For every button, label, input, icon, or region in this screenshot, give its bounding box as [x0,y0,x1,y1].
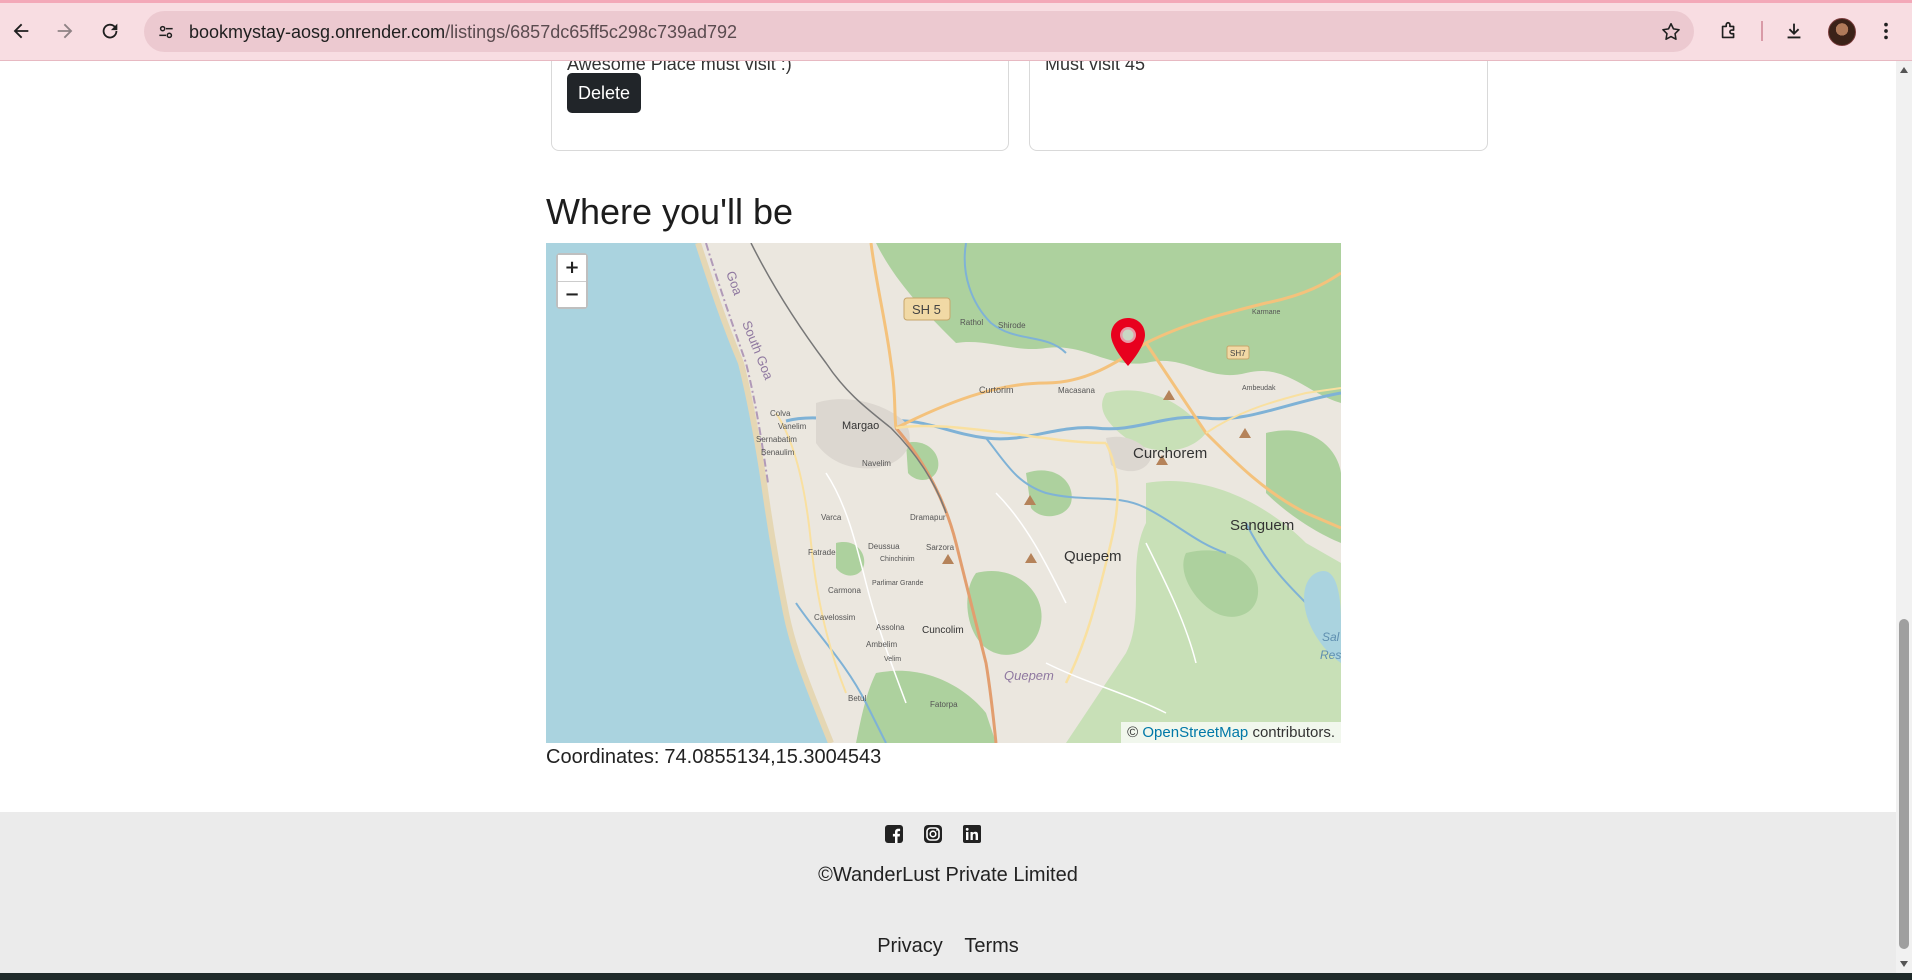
scrollbar-thumb[interactable] [1899,619,1909,949]
map-pin-icon[interactable] [1109,317,1147,367]
scroll-down-arrow-icon[interactable] [1900,961,1908,967]
terms-link[interactable]: Terms [964,935,1018,957]
map-attribution: © OpenStreetMap contributors. [1121,722,1341,743]
svg-text:Deussua: Deussua [868,542,900,551]
forward-button[interactable] [48,14,82,48]
svg-text:SH 5: SH 5 [912,302,941,317]
svg-text:Sal: Sal [1322,630,1340,644]
profile-avatar[interactable] [1828,18,1856,46]
coordinates-value: 74.0855134,15.3004543 [664,746,882,768]
more-vert-icon [1884,22,1888,40]
map-zoom-control: + − [556,253,588,309]
svg-text:Cavelossim: Cavelossim [814,613,856,622]
svg-text:Sanguem: Sanguem [1230,517,1294,534]
footer-links: Privacy Terms [0,935,1896,958]
back-button[interactable] [4,14,38,48]
svg-text:Betul: Betul [848,694,866,703]
page-content: Awesome Place must visit :) Delete Must … [0,61,1896,980]
location-map[interactable]: SH 5 SH7 Goa South Goa Rathol Shirode Cu… [546,243,1341,743]
browser-toolbar: bookmystay-aosg.onrender.com/listings/68… [0,0,1912,61]
svg-text:Sarzora: Sarzora [926,543,955,552]
social-links [884,824,982,844]
coordinates-text: Coordinates: 74.0855134,15.3004543 [546,746,881,769]
svg-text:Karmane: Karmane [1252,309,1281,316]
svg-text:Navelim: Navelim [862,459,891,468]
instagram-icon[interactable] [923,824,943,844]
url-path: /listings/6857dc65ff5c298c739ad792 [445,22,738,42]
review-card: Awesome Place must visit :) Delete [551,61,1009,151]
svg-text:Shirode: Shirode [998,321,1026,330]
svg-text:Fatrade: Fatrade [808,548,836,557]
tune-icon [158,25,173,38]
puzzle-icon [1721,21,1735,39]
delete-review-button[interactable]: Delete [567,73,642,113]
browser-menu-button[interactable] [1869,14,1903,48]
tab-strip-edge [0,0,1912,3]
map-tiles[interactable]: SH 5 SH7 Goa South Goa Rathol Shirode Cu… [546,243,1341,743]
svg-text:Assolna: Assolna [876,623,905,632]
reload-button[interactable] [93,14,127,48]
svg-text:Ambeudak: Ambeudak [1242,385,1276,392]
bookmark-button[interactable] [1658,19,1684,45]
svg-text:Res: Res [1320,648,1341,662]
svg-text:Curchorem: Curchorem [1133,445,1207,462]
linkedin-icon[interactable] [962,824,982,844]
attribution-suffix: contributors. [1252,724,1335,741]
svg-text:Benaulim: Benaulim [761,448,795,457]
zoom-out-button[interactable]: − [558,281,586,307]
svg-text:Sernabatim: Sernabatim [756,435,797,444]
location-heading: Where you'll be [546,191,793,232]
svg-text:Ambelim: Ambelim [866,640,897,649]
downloads-button[interactable] [1777,14,1811,48]
svg-text:Macasana: Macasana [1058,386,1095,395]
svg-text:Margao: Margao [842,420,879,432]
svg-text:Varca: Varca [821,513,842,522]
url-text[interactable]: bookmystay-aosg.onrender.com/listings/68… [189,22,737,43]
review-card: Must visit 45 [1029,61,1488,151]
svg-text:Quepem: Quepem [1004,668,1054,683]
copyright-text: ©WanderLust Private Limited [818,864,1078,886]
download-icon [1787,23,1801,39]
svg-text:Quepem: Quepem [1064,548,1122,565]
review-comment: Must visit 45 [1045,61,1146,74]
star-icon [1662,22,1680,41]
svg-text:Velim: Velim [884,656,901,663]
svg-text:Carmona: Carmona [828,586,861,595]
extensions-button[interactable] [1712,14,1746,48]
taskbar-edge [0,973,1912,980]
privacy-link[interactable]: Privacy [877,935,943,957]
facebook-icon[interactable] [884,824,904,844]
scroll-up-arrow-icon[interactable] [1900,67,1908,73]
address-bar[interactable]: bookmystay-aosg.onrender.com/listings/68… [144,11,1694,52]
toolbar-divider [1761,21,1763,41]
back-arrow-icon [13,23,29,39]
svg-text:Parlimar Grande: Parlimar Grande [872,580,923,587]
svg-text:Curtorim: Curtorim [979,385,1014,395]
svg-text:Vanelim: Vanelim [778,422,807,431]
site-footer: ©WanderLust Private Limited Privacy Term… [0,812,1896,980]
svg-text:Fatorpa: Fatorpa [930,700,958,709]
zoom-in-button[interactable]: + [558,255,586,281]
svg-text:Rathol: Rathol [960,318,983,327]
site-info-button[interactable] [150,16,181,47]
svg-text:Colva: Colva [770,409,791,418]
openstreetmap-link[interactable]: OpenStreetMap [1142,724,1248,741]
svg-text:Dramapur: Dramapur [910,513,946,522]
page-scrollbar[interactable] [1896,61,1912,973]
coordinates-label: Coordinates: [546,746,660,768]
svg-text:Cuncolim: Cuncolim [922,625,964,636]
svg-text:Chinchinim: Chinchinim [880,556,915,563]
reload-icon [102,23,118,39]
forward-arrow-icon [57,23,73,39]
svg-text:SH7: SH7 [1230,349,1246,358]
url-host: bookmystay-aosg.onrender.com [189,22,446,42]
attribution-prefix: © [1127,724,1139,741]
